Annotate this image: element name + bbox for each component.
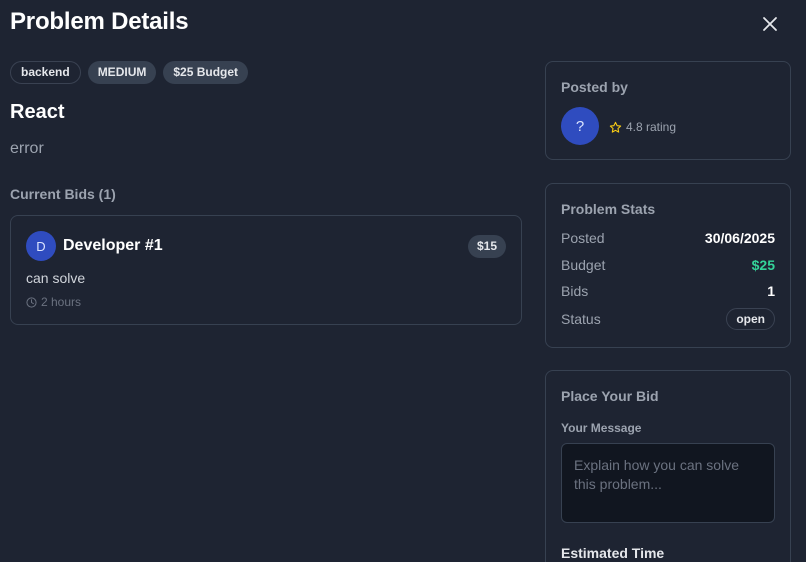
problem-title: React (10, 101, 65, 123)
stat-posted-value: 30/06/2025 (704, 230, 775, 246)
stat-status: Status open (561, 308, 775, 330)
posted-by-heading: Posted by (561, 79, 628, 95)
problem-stats-heading: Problem Stats (561, 201, 656, 217)
modal-title: Problem Details (10, 8, 189, 35)
current-bids-heading: Current Bids (1) (10, 186, 116, 202)
posted-by-card: Posted by ? 4.8 rating (545, 61, 791, 160)
stat-budget-label: Budget (561, 257, 606, 273)
close-icon[interactable] (762, 16, 778, 32)
place-bid-card: Place Your Bid Your Message Estimated Ti… (545, 370, 791, 562)
problem-description: error (10, 140, 44, 157)
problem-details-modal: Problem Details backend MEDIUM $25 Budge… (0, 0, 806, 562)
place-bid-heading: Place Your Bid (561, 388, 659, 404)
star-icon (609, 121, 622, 133)
message-label: Your Message (561, 421, 642, 435)
stat-posted: Posted 30/06/2025 (561, 230, 775, 246)
bid-amount-badge: $15 (467, 235, 506, 258)
category-tag: backend (10, 61, 81, 84)
tag-list: backend MEDIUM $25 Budget (10, 61, 249, 84)
bidder-avatar: D (26, 231, 56, 261)
bid-message: can solve (26, 270, 86, 286)
rating-text: 4.8 rating (626, 120, 677, 134)
bid-time: 2 hours (26, 295, 81, 309)
close-button[interactable] (758, 12, 782, 36)
stat-bids: Bids 1 (561, 283, 775, 299)
estimated-time-label: Estimated Time (561, 545, 665, 561)
stat-bids-label: Bids (561, 283, 589, 299)
poster-avatar[interactable]: ? (561, 107, 599, 145)
bidder-name: Developer #1 (63, 237, 163, 254)
stat-budget: Budget $25 (561, 257, 775, 273)
status-badge: open (726, 308, 775, 330)
clock-icon (26, 296, 37, 308)
poster-rating: 4.8 rating (609, 120, 676, 134)
budget-tag: $25 Budget (163, 61, 249, 84)
problem-stats-card: Problem Stats Posted 30/06/2025 Budget $… (545, 183, 791, 348)
stat-bids-value: 1 (767, 283, 775, 299)
stat-posted-label: Posted (561, 230, 605, 246)
stat-budget-value: $25 (751, 257, 775, 273)
stat-status-label: Status (561, 311, 601, 327)
bid-card: D Developer #1 $15 can solve 2 hours (10, 215, 522, 325)
bid-time-text: 2 hours (41, 295, 82, 309)
difficulty-tag: MEDIUM (87, 61, 157, 84)
bid-message-input[interactable] (561, 443, 775, 523)
